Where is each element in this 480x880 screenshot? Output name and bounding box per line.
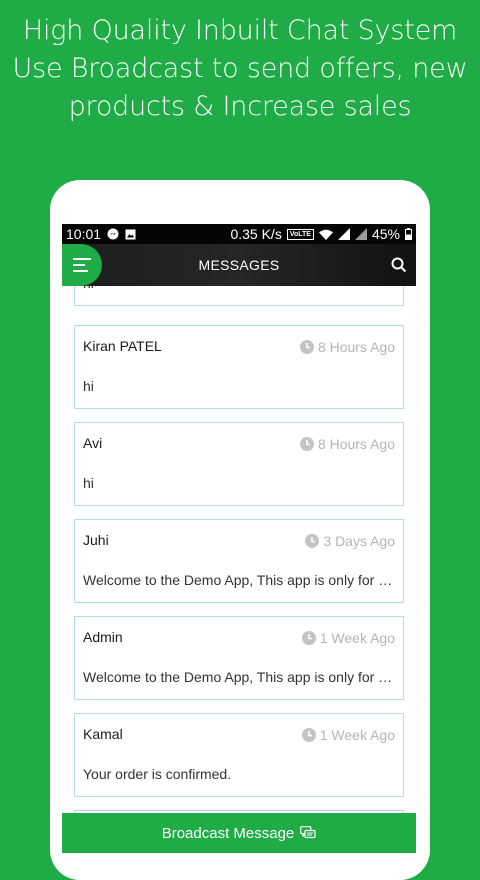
clock-icon (305, 534, 320, 548)
promo-line-1: High Quality Inbuilt Chat System (22, 15, 458, 46)
message-card[interactable]: Avi 8 Hours Ago hi (74, 422, 404, 506)
app-bar: MESSAGES (62, 244, 416, 286)
clock-icon (299, 340, 314, 354)
message-preview: hi (83, 475, 94, 491)
sender-name: Juhi (83, 532, 109, 548)
promo-line-3: products & Increase sales (68, 91, 412, 122)
message-card[interactable]: hi (74, 286, 404, 306)
message-card[interactable]: Admin 1 Week Ago Welcome to the Demo App… (74, 616, 404, 700)
sender-name: Kamal (83, 726, 123, 742)
message-list[interactable]: hi Kiran PATEL 8 Hours Ago hi Avi 8 Hour… (62, 286, 416, 813)
clock-icon (301, 728, 316, 742)
search-button[interactable] (390, 256, 408, 274)
network-speed: 0.35 K/s (230, 226, 282, 242)
sender-name: Avi (83, 435, 103, 451)
message-card[interactable]: Kiran PATEL 8 Hours Ago hi (74, 325, 404, 409)
phone-screen: 10:01 0.35 K/s VoLTE 45% MESSAGES Kiran … (62, 224, 416, 853)
message-time: 8 Hours Ago (299, 436, 395, 452)
message-card[interactable]: Juhi 3 Days Ago Welcome to the Demo App,… (74, 519, 404, 603)
message-time: 3 Days Ago (305, 533, 395, 549)
message-preview: Your order is confirmed. (83, 766, 232, 782)
signal-icon (337, 228, 350, 240)
sender-name: Kiran PATEL (83, 338, 162, 354)
status-time: 10:01 (66, 226, 102, 242)
message-preview: Welcome to the Demo App, This app is onl… (83, 669, 393, 685)
promo-line-2: Use Broadcast to send offers, new (12, 53, 468, 84)
message-card[interactable]: Kamal 1 Week Ago Your order is confirmed… (74, 713, 404, 797)
message-preview: hi (83, 378, 94, 394)
message-time-label: 8 Hours Ago (317, 436, 395, 452)
sender-name: Admin (83, 629, 123, 645)
page-title: MESSAGES (198, 257, 280, 273)
message-time: 8 Hours Ago (299, 339, 395, 355)
messenger-icon (107, 228, 119, 240)
clock-icon (301, 631, 316, 645)
volte-badge: VoLTE (286, 228, 314, 240)
message-time-label: 1 Week Ago (319, 630, 395, 646)
status-bar: 10:01 0.35 K/s VoLTE 45% (62, 224, 416, 244)
clock-icon (299, 437, 314, 451)
promo-headline: High Quality Inbuilt Chat System Use Bro… (0, 12, 480, 126)
signal-2-icon (354, 228, 367, 240)
battery-level: 45% (371, 226, 400, 242)
chat-bubbles-icon (300, 826, 316, 840)
broadcast-message-button[interactable]: Broadcast Message (62, 813, 416, 853)
message-time-label: 1 Week Ago (319, 727, 395, 743)
message-time-label: 8 Hours Ago (317, 339, 395, 355)
message-time-label: 3 Days Ago (323, 533, 395, 549)
message-preview: hi (83, 286, 393, 291)
message-preview: Welcome to the Demo App, This app is onl… (83, 572, 393, 588)
search-icon (390, 257, 408, 278)
broadcast-label: Broadcast Message (161, 824, 295, 842)
wifi-icon (318, 229, 333, 240)
battery-icon (405, 228, 412, 240)
message-time: 1 Week Ago (301, 727, 395, 743)
message-time: 1 Week Ago (301, 630, 395, 646)
gallery-icon (125, 229, 136, 240)
